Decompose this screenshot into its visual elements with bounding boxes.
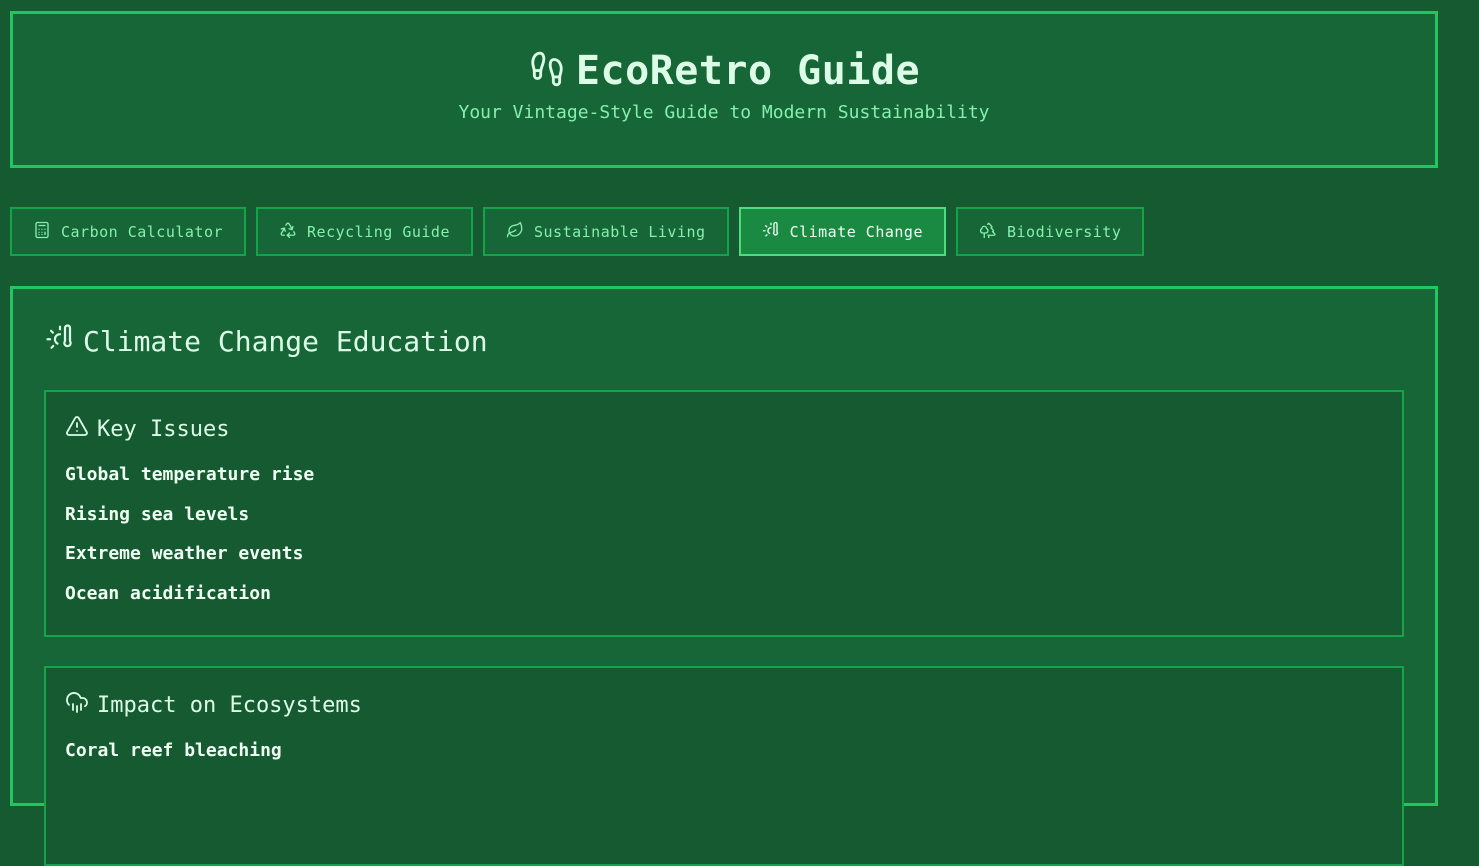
nav-tabs: Carbon Calculator Recycling Guide Sustai… <box>10 207 1145 256</box>
tab-sustainable-living[interactable]: Sustainable Living <box>483 207 729 256</box>
warning-icon <box>65 414 89 444</box>
cloud-rain-icon <box>65 690 89 720</box>
tab-recycling-guide[interactable]: Recycling Guide <box>256 207 473 256</box>
section-title-text: Climate Change Education <box>83 325 488 358</box>
list-item: Rising sea levels <box>65 503 250 525</box>
footprints-icon <box>528 50 566 92</box>
tab-climate-change[interactable]: Climate Change <box>738 207 946 256</box>
tab-biodiversity[interactable]: Biodiversity <box>956 207 1145 256</box>
title-row: EcoRetro Guide <box>13 48 1435 94</box>
tab-label: Climate Change <box>789 222 923 241</box>
page-subtitle: Your Vintage-Style Guide to Modern Susta… <box>458 102 990 123</box>
leaf-icon <box>506 221 524 243</box>
card-title: Impact on Ecosystems <box>65 690 1402 720</box>
tab-label: Carbon Calculator <box>61 222 224 241</box>
thermometer-sun-icon <box>45 323 75 360</box>
card-title-text: Key Issues <box>97 416 230 442</box>
key-issues-list: Global temperature rise Rising sea level… <box>65 462 1402 621</box>
key-issues-card: Key Issues Global temperature rise Risin… <box>44 390 1404 637</box>
thermometer-sun-icon <box>762 221 780 243</box>
section-title: Climate Change Education <box>45 323 488 360</box>
calculator-icon <box>33 221 51 243</box>
app-header: EcoRetro Guide Your Vintage-Style Guide … <box>10 11 1438 168</box>
tab-label: Sustainable Living <box>534 222 706 241</box>
page-title: EcoRetro Guide <box>575 48 921 94</box>
list-item: Global temperature rise <box>65 464 315 485</box>
list-item: Ocean acidification <box>65 583 271 605</box>
ecosystem-impact-card: Impact on Ecosystems Coral reef bleachin… <box>44 666 1404 866</box>
tab-carbon-calculator[interactable]: Carbon Calculator <box>10 207 247 256</box>
list-item: Coral reef bleaching <box>65 740 282 761</box>
card-title: Key Issues <box>65 414 1402 444</box>
trees-icon <box>979 221 997 243</box>
recycle-icon <box>279 221 297 243</box>
tab-label: Recycling Guide <box>307 222 450 241</box>
ecosystem-impact-list: Coral reef bleaching <box>65 738 1402 778</box>
tab-label: Biodiversity <box>1007 222 1122 241</box>
card-title-text: Impact on Ecosystems <box>97 692 362 718</box>
climate-change-panel: Climate Change Education Key Issues Glob… <box>10 286 1438 866</box>
list-item: Extreme weather events <box>65 543 304 565</box>
